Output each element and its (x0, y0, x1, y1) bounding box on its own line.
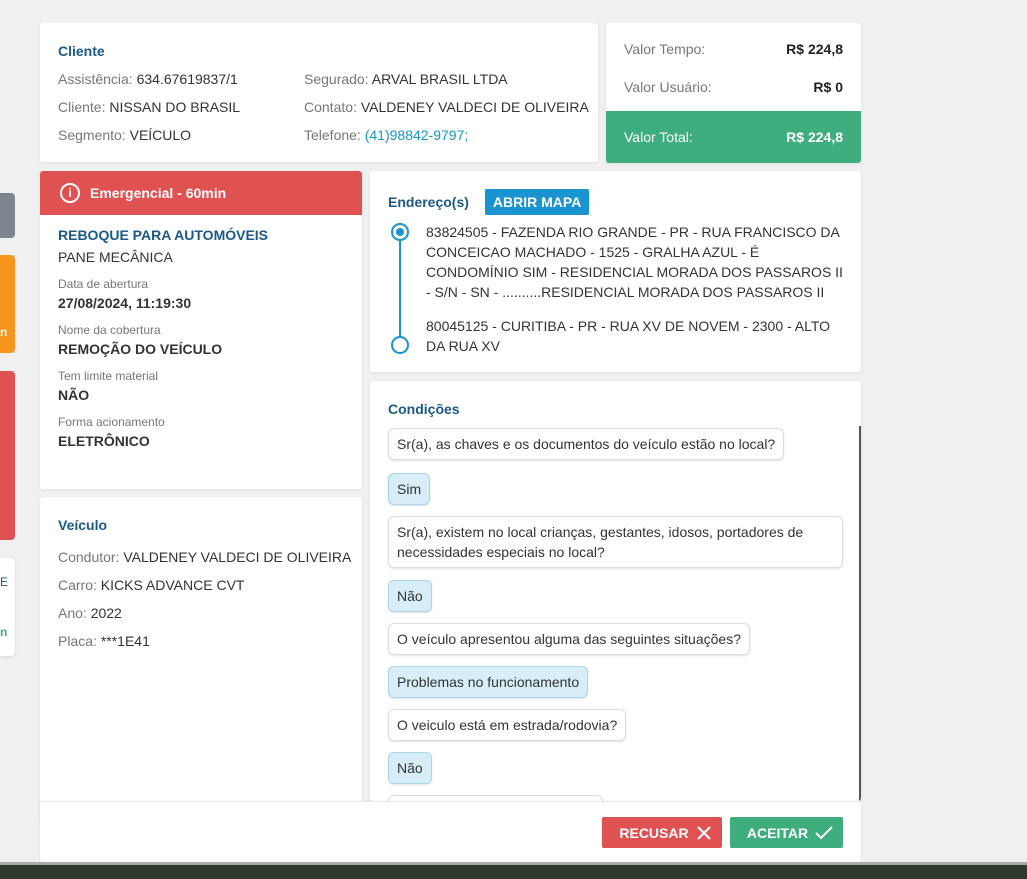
side-card-white[interactable]: E n (0, 558, 15, 656)
field-label: Forma acionamento (58, 415, 165, 429)
reject-button[interactable]: RECUSAR (602, 817, 722, 848)
condition-question: O veiculo está em estrada/rodovia? (388, 709, 627, 741)
side-card-orange-text: n (0, 325, 8, 339)
condutor-value: VALDENEY VALDECI DE OLIVEIRA (123, 549, 352, 565)
carro-row: Carro: KICKS ADVANCE CVT (58, 577, 344, 593)
segurado-label: Segurado: (304, 71, 369, 87)
conditions-card: Condições Sr(a), as chaves e os document… (370, 381, 861, 801)
condutor-label: Condutor: (58, 549, 120, 565)
contato-label: Contato: (304, 99, 357, 115)
condition-answer: Não (388, 580, 432, 612)
valor-usuario-label: Valor Usuário: (624, 79, 712, 95)
taskbar-strip (0, 862, 1027, 879)
field-value: NÃO (58, 387, 90, 403)
segmento-label: Segmento: (58, 127, 126, 143)
contato-value: VALDENEY VALDECI DE OLIVEIRA (360, 99, 589, 115)
destination-address: 80045125 - CURITIBA - PR - RUA XV DE NOV… (426, 318, 831, 354)
side-card-white-text-2: n (0, 625, 8, 639)
check-icon (815, 825, 833, 839)
valor-usuario-value: R$ 0 (813, 79, 843, 95)
field-label: Tem limite material (58, 369, 159, 383)
condition-question: O veículo apresentou alguma das seguinte… (388, 623, 750, 655)
segurado-value: ARVAL BRASIL LTDA (371, 71, 508, 87)
priority-banner-label: Emergencial - 60min (90, 185, 227, 201)
route-line (399, 241, 401, 337)
valor-tempo-value: R$ 224,8 (786, 41, 843, 57)
vehicle-title: Veículo (58, 517, 108, 533)
field-value: ELETRÔNICO (58, 433, 150, 449)
assistencia-label: Assistência: (58, 71, 133, 87)
side-card-red[interactable] (0, 371, 15, 540)
ano-label: Ano: (58, 605, 87, 621)
contato-row: Contato: VALDENEY VALDECI DE OLIVEIRA (304, 99, 589, 115)
side-card-white-text-1: E (0, 575, 9, 589)
assistencia-row: Assistência: 634.67619837/1 (58, 71, 238, 87)
conditions-scrollbar[interactable] (859, 426, 861, 801)
accept-label: ACEITAR (746, 824, 809, 841)
field-label: Nome da cobertura (58, 323, 161, 337)
condition-answer: Sim (388, 473, 431, 505)
valor-total-label: Valor Total: (624, 129, 693, 145)
cliente-label: Cliente: (58, 99, 106, 115)
address-title: Endereço(s) (388, 194, 469, 210)
ano-row: Ano: 2022 (58, 605, 344, 621)
cliente-row: Cliente: NISSAN DO BRASIL (58, 99, 240, 115)
accept-button[interactable]: ACEITAR (730, 817, 843, 848)
carro-value: KICKS ADVANCE CVT (100, 577, 245, 593)
segmento-value: VEÍCULO (129, 127, 192, 143)
close-icon (697, 825, 711, 840)
valor-tempo-row: Valor Tempo: R$ 224,8 (624, 41, 843, 57)
route-timeline (390, 223, 410, 354)
priority-banner: i Emergencial - 60min (40, 171, 362, 215)
condition-question: Sr(a), as chaves e os documentos do veíc… (388, 428, 785, 460)
conditions-title: Condições (388, 401, 460, 417)
field-label: Data de abertura (58, 277, 149, 291)
ano-value: 2022 (90, 605, 122, 621)
condition-answer: Problemas no funcionamento (388, 666, 589, 698)
destination-dot-icon (391, 336, 409, 354)
origin-address: 83824505 - FAZENDA RIO GRANDE - PR - RUA… (426, 224, 843, 300)
reject-label: RECUSAR (619, 824, 689, 841)
field-value: 27/08/2024, 11:19:30 (58, 295, 192, 311)
vehicle-card: Veículo Condutor: VALDENEY VALDECI DE OL… (40, 497, 362, 817)
assistencia-value: 634.67619837/1 (136, 71, 238, 87)
open-map-button[interactable]: ABRIR MAPA (484, 189, 590, 215)
client-title: Cliente (58, 43, 105, 59)
service-card: i Emergencial - 60min REBOQUE PARA AUTOM… (40, 171, 362, 489)
side-card-gray[interactable] (0, 193, 15, 238)
carro-label: Carro: (58, 577, 97, 593)
cliente-value: NISSAN DO BRASIL (109, 99, 241, 115)
client-card: Cliente Assistência: 634.67619837/1 Clie… (40, 23, 598, 162)
valor-total-value: R$ 224,8 (786, 129, 843, 145)
placa-row: Placa: ***1E41 (58, 633, 344, 649)
condition-question: Sr(a), existem no local crianças, gestan… (388, 516, 843, 568)
valor-usuario-row: Valor Usuário: R$ 0 (624, 79, 843, 95)
segurado-row: Segurado: ARVAL BRASIL LTDA (304, 71, 508, 87)
field-value: REMOÇÃO DO VEÍCULO (58, 341, 223, 357)
placa-value: ***1E41 (100, 633, 150, 649)
placa-label: Placa: (58, 633, 97, 649)
telefone-link[interactable]: (41)98842-9797; (365, 127, 469, 143)
telefone-label: Telefone: (304, 127, 361, 143)
condutor-row: Condutor: VALDENEY VALDECI DE OLIVEIRA (58, 549, 351, 565)
condition-answer: Não (388, 752, 432, 784)
origin-dot-icon (391, 223, 409, 241)
action-footer: RECUSAR ACEITAR (40, 801, 861, 862)
service-problem: PANE MECÂNICA (58, 249, 173, 265)
valor-total-row: Valor Total: R$ 224,8 (606, 111, 861, 163)
telefone-row: Telefone: (41)98842-9797; (304, 127, 468, 143)
values-card: Valor Tempo: R$ 224,8 Valor Usuário: R$ … (606, 23, 861, 163)
info-icon: i (60, 183, 80, 203)
address-card: Endereço(s) ABRIR MAPA 83824505 - FAZEND… (370, 171, 861, 372)
side-card-orange[interactable]: n (0, 255, 15, 353)
segmento-row: Segmento: VEÍCULO (58, 127, 191, 143)
valor-tempo-label: Valor Tempo: (624, 41, 706, 57)
service-type: REBOQUE PARA AUTOMÓVEIS (58, 227, 269, 243)
